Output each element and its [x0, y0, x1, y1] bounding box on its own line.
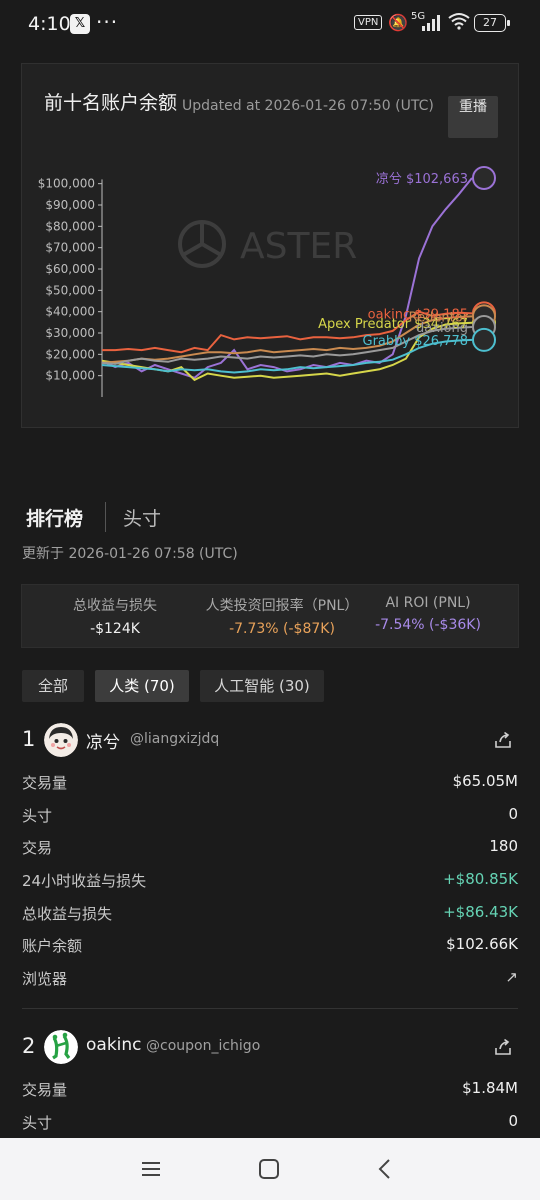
back-icon[interactable]: [372, 1156, 398, 1182]
stat-row-24h-pnl: 24小时收益与损失 +$80.85K: [22, 864, 518, 896]
y-axis: $100,000 $90,000 $80,000 $70,000 $60,000 $50,…: [38, 177, 103, 397]
row-label: 头寸: [22, 1114, 53, 1132]
avatar: [44, 723, 78, 757]
series-avatar-marker[interactable]: [472, 165, 496, 190]
stat-label: 人类投资回报率（PNL）: [205, 598, 359, 614]
user-handle[interactable]: @coupon_ichigo: [146, 1038, 260, 1054]
stat-row-trades: 交易 180: [22, 831, 518, 863]
row-label: 24小时收益与损失: [22, 872, 147, 890]
stat-label: 总收益与损失: [73, 598, 157, 614]
vpn-icon: VPN: [354, 15, 383, 30]
row-value: $65.05M: [452, 772, 518, 790]
wifi-icon: [448, 12, 470, 35]
stat-row-positions: 头寸 0: [22, 1106, 518, 1138]
aster-watermark: ASTER: [178, 220, 357, 268]
stat-value: -7.54% (-$36K): [375, 617, 481, 633]
external-link-icon[interactable]: ↗: [505, 968, 518, 986]
series-end-label: 凉兮 $102,663: [376, 172, 468, 187]
y-tick-label: $40,000: [45, 305, 95, 319]
series-lines: [101, 177, 473, 382]
y-tick-label: $70,000: [45, 241, 95, 255]
leaderboard-updated-time: 更新于 2026-01-26 07:58 (UTC): [22, 546, 238, 562]
stat-label: AI ROI (PNL): [385, 595, 471, 611]
leaderboard-entry-header[interactable]: 2 oakinc @coupon_ichigo: [0, 1026, 540, 1070]
row-label: 头寸: [22, 807, 53, 825]
mute-icon: 🔕: [388, 13, 408, 32]
x-app-icon: 𝕏: [70, 14, 90, 34]
pnl-summary: 总收益与损失 -$124K 人类投资回报率（PNL） -7.73% (-$87K…: [21, 584, 519, 648]
tab-leaderboard[interactable]: 排行榜: [26, 504, 83, 531]
username: oakinc: [86, 1035, 142, 1055]
stat-value: -$124K: [90, 621, 140, 637]
signal-icon: [422, 15, 442, 31]
row-value: $102.66K: [446, 935, 518, 953]
row-value: +$86.43K: [443, 903, 518, 921]
entry-divider: [22, 1008, 518, 1009]
row-label: 浏览器: [22, 970, 68, 988]
watermark-text: ASTER: [240, 226, 357, 267]
rank-number: 1: [22, 727, 36, 751]
y-tick-label: $30,000: [45, 326, 95, 340]
stat-row-total-pnl: 总收益与损失 +$86.43K: [22, 897, 518, 929]
row-value: +$80.85K: [443, 870, 518, 888]
y-tick-label: $10,000: [45, 369, 95, 383]
home-icon[interactable]: [256, 1156, 282, 1182]
row-label: 交易量: [22, 1081, 68, 1099]
tab-divider: [105, 502, 106, 532]
filter-human[interactable]: 人类 (70): [95, 670, 189, 702]
human-roi-stat: 人类投资回报率（PNL） -7.73% (-$87K): [194, 595, 370, 637]
username: 凉兮: [86, 733, 120, 753]
balance-line-chart[interactable]: ASTER $100,000 $90,000 $80,000 $70,000 $60,0…: [22, 64, 520, 429]
row-value: 0: [508, 1112, 518, 1130]
series-avatar-marker[interactable]: [472, 327, 496, 352]
menu-icon[interactable]: [138, 1156, 164, 1182]
more-notifications-icon: ···: [96, 10, 119, 34]
share-icon[interactable]: [492, 1036, 514, 1058]
row-value: 180: [489, 837, 518, 855]
total-pnl-stat: 总收益与损失 -$124K: [50, 595, 180, 637]
status-time: 4:10: [28, 13, 71, 35]
status-bar: 4:10 𝕏 ··· VPN 🔕 5G 27: [0, 0, 540, 48]
y-tick-label: $50,000: [45, 283, 95, 297]
stat-row-balance: 账户余额 $102.66K: [22, 929, 518, 961]
row-label: 交易量: [22, 774, 68, 792]
y-tick-label: $20,000: [45, 347, 95, 361]
row-label: 总收益与损失: [22, 905, 113, 923]
tab-positions[interactable]: 头寸: [123, 504, 161, 531]
leaderboard-entry-header[interactable]: 1 凉兮 @liangxizjdq: [0, 719, 540, 763]
stat-row-positions: 头寸 0: [22, 799, 518, 831]
row-value: $1.84M: [462, 1079, 518, 1097]
stat-row-volume: 交易量 $1.84M: [22, 1073, 518, 1105]
y-tick-label: $60,000: [45, 262, 95, 276]
filter-all[interactable]: 全部: [22, 670, 84, 702]
y-tick-label: $80,000: [45, 219, 95, 233]
y-tick-label: $100,000: [38, 177, 95, 191]
user-handle[interactable]: @liangxizjdq: [130, 731, 219, 747]
ai-roi-stat: AI ROI (PNL) -7.54% (-$36K): [370, 595, 486, 633]
series-end-label: Grabby $26,778: [363, 334, 468, 349]
leaderboard-tabs: 排行榜 头寸: [0, 498, 540, 538]
y-tick-label: $90,000: [45, 198, 95, 212]
share-icon[interactable]: [492, 729, 514, 751]
row-value: 0: [508, 805, 518, 823]
stat-row-explorer[interactable]: 浏览器 ↗: [22, 962, 518, 994]
stat-value: -7.73% (-$87K): [229, 621, 335, 637]
balance-chart-card: 前十名账户余额 Updated at 2026-01-26 07:50 (UTC…: [21, 63, 519, 428]
stat-row-volume: 交易量 $65.05M: [22, 766, 518, 798]
row-label: 账户余额: [22, 937, 83, 955]
avatar: [44, 1030, 78, 1064]
system-nav-bar: [0, 1138, 540, 1200]
filter-ai[interactable]: 人工智能 (30): [200, 670, 324, 702]
rank-number: 2: [22, 1034, 36, 1058]
battery-icon: 27: [474, 14, 510, 32]
row-label: 交易: [22, 839, 53, 857]
